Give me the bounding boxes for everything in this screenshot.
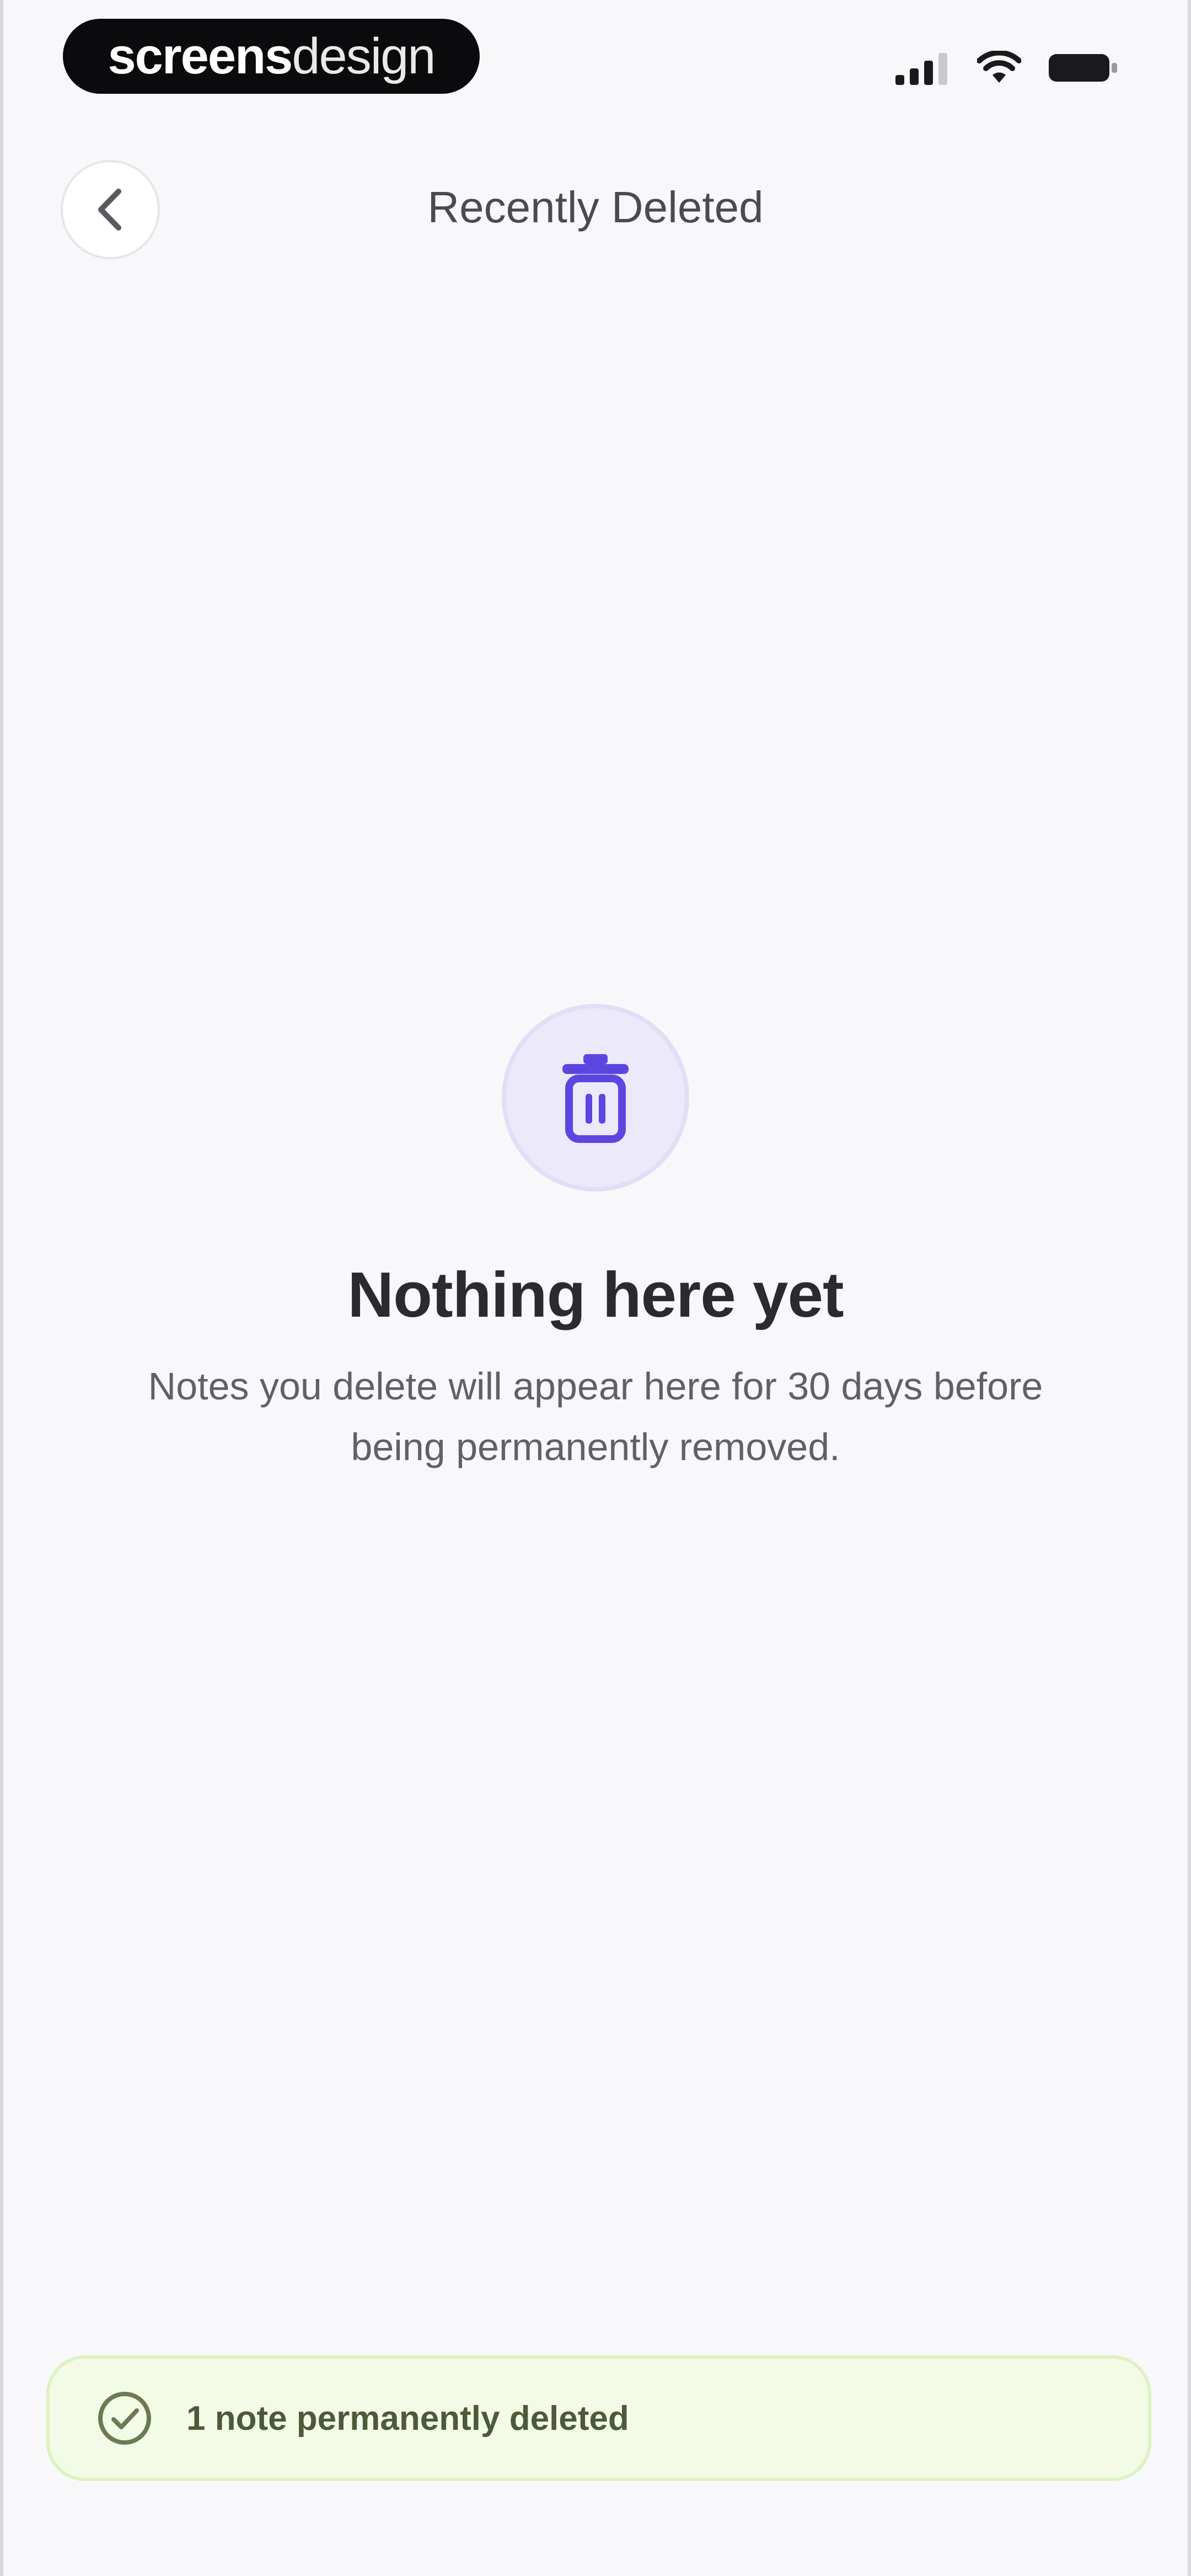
toast: 1 note permanently deleted [46, 2355, 1151, 2481]
brand-light-text: design [292, 28, 436, 84]
status-icons [895, 51, 1119, 85]
trash-icon [562, 1054, 629, 1143]
screen: screens design Recently Deleted Nothing … [0, 0, 1191, 2576]
empty-state-title: Nothing here yet [347, 1259, 844, 1330]
header: Recently Deleted [3, 149, 1188, 270]
brand-logo: screens design [63, 19, 480, 94]
page-title: Recently Deleted [427, 183, 764, 232]
toast-message: 1 note permanently deleted [186, 2399, 629, 2438]
empty-state: Nothing here yet Notes you delete will a… [3, 1004, 1188, 1477]
status-bar: screens design [3, 0, 1188, 121]
signal-icon [895, 51, 951, 85]
empty-state-subtitle: Notes you delete will appear here for 30… [148, 1365, 1043, 1468]
trash-badge [502, 1004, 689, 1191]
battery-icon [1048, 51, 1119, 85]
wifi-icon [977, 51, 1021, 85]
brand-strong-text: screens [108, 28, 293, 84]
check-circle-icon [96, 2390, 153, 2447]
